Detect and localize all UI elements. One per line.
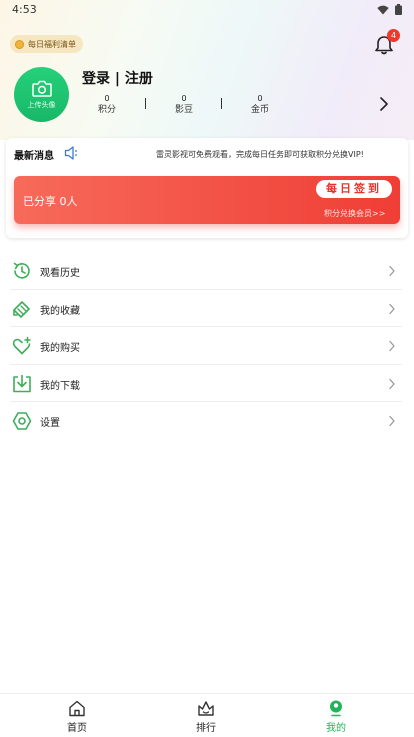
status-bar: 4:53 — [0, 0, 414, 20]
notification-badge: 4 — [387, 29, 400, 42]
news-title: 最新消息 — [14, 151, 54, 162]
avatar-label: 上传头像 — [27, 100, 56, 109]
chevron-right-icon — [389, 303, 395, 314]
daily-signin-button[interactable]: 每日签到 — [316, 180, 392, 198]
upload-avatar-button[interactable]: 上传头像 — [14, 67, 69, 122]
coin-icon — [15, 39, 24, 49]
menu-item-label: 观看历史 — [40, 268, 80, 279]
purchase-heart-icon — [12, 336, 31, 355]
stat-points-value: 0 — [104, 94, 110, 103]
menu-item-history[interactable]: 观看历史 — [10, 252, 402, 290]
stat-points[interactable]: 0 积分 — [87, 94, 127, 116]
menu-item-settings[interactable]: 设置 — [10, 402, 402, 440]
stat-coins[interactable]: 0 金币 — [240, 94, 280, 116]
wifi-icon — [377, 5, 389, 14]
chevron-right-icon — [389, 265, 395, 277]
menu-list: 观看历史 我的收藏 我的购买 我的下载 设置 — [10, 252, 402, 440]
stat-divider — [145, 98, 146, 109]
news-message[interactable]: 雷灵影视可免费观看，完成每日任务即可获取积分兑换VIP! — [156, 149, 364, 160]
stat-beans[interactable]: 0 影豆 — [164, 94, 204, 116]
battery-icon — [395, 4, 402, 15]
news-card: 最新消息 雷灵影视可免费观看，完成每日任务即可获取积分兑换VIP! 已分享 0人… — [6, 138, 408, 238]
profile-section: 上传头像 登录 | 注册 0 积分 0 影豆 0 金币 — [0, 62, 414, 128]
camera-icon — [31, 80, 52, 97]
bottom-tab-bar: 首页 排行 我的 — [0, 693, 414, 737]
download-icon — [13, 374, 31, 393]
tab-profile[interactable]: 我的 — [306, 700, 366, 734]
menu-item-collection[interactable]: 我的收藏 — [10, 290, 402, 328]
stat-beans-value: 0 — [181, 94, 187, 103]
tab-label: 我的 — [326, 723, 346, 734]
menu-item-purchase[interactable]: 我的购买 — [10, 327, 402, 365]
stat-points-label: 积分 — [97, 105, 116, 115]
stat-divider — [221, 98, 222, 109]
home-icon — [69, 700, 85, 717]
tab-ranking[interactable]: 排行 — [176, 700, 236, 734]
status-icons — [377, 4, 402, 15]
menu-item-label: 我的下载 — [40, 380, 80, 392]
stat-beans-label: 影豆 — [174, 105, 193, 115]
menu-item-label: 我的收藏 — [40, 305, 80, 317]
chevron-right-icon[interactable] — [378, 96, 390, 112]
collection-icon — [13, 300, 30, 318]
points-exchange-link[interactable]: 积分兑换会员>> — [324, 208, 385, 219]
share-banner: 已分享 0人 每日签到 积分兑换会员>> — [14, 176, 400, 224]
daily-welfare-label: 每日福利清单 — [28, 39, 76, 49]
stat-coins-label: 金币 — [250, 105, 269, 115]
settings-icon — [12, 412, 32, 431]
profile-icon — [330, 700, 342, 717]
chevron-right-icon — [389, 378, 395, 389]
daily-welfare-button[interactable]: 每日福利清单 — [10, 35, 83, 53]
history-icon — [13, 262, 30, 279]
login-register-link[interactable]: 登录 | 注册 — [82, 68, 153, 88]
menu-item-download[interactable]: 我的下载 — [10, 365, 402, 403]
menu-item-label: 我的购买 — [40, 343, 80, 355]
tab-label: 排行 — [196, 723, 216, 734]
status-time: 4:53 — [12, 3, 37, 16]
tab-label: 首页 — [67, 723, 87, 734]
ranking-crown-icon — [198, 701, 214, 716]
chevron-right-icon — [389, 416, 395, 427]
speaker-icon — [64, 146, 77, 160]
menu-item-label: 设置 — [40, 418, 60, 430]
shared-count-text: 已分享 0人 — [23, 195, 78, 208]
stat-coins-value: 0 — [257, 94, 263, 103]
tab-home[interactable]: 首页 — [47, 700, 107, 734]
chevron-right-icon — [389, 341, 395, 352]
